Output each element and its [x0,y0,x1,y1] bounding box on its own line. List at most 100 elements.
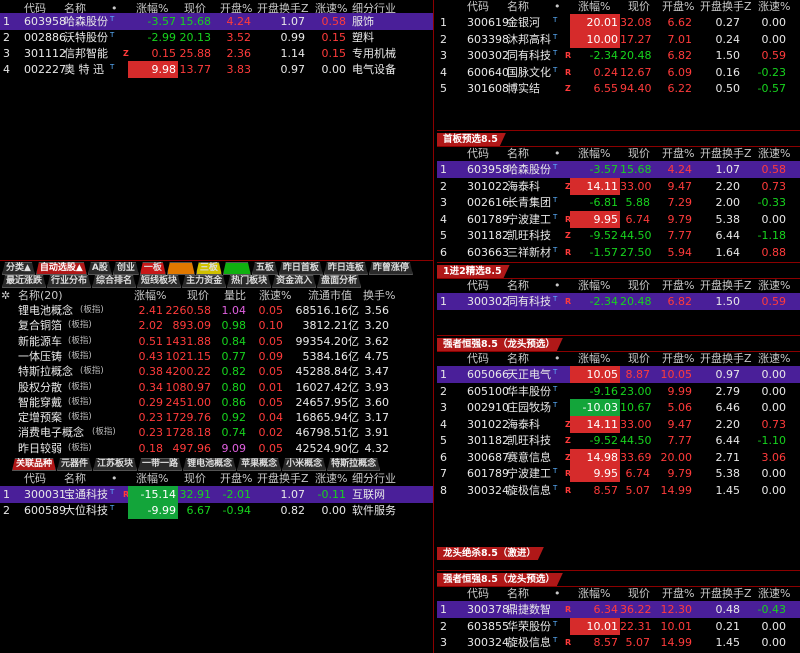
row-index: 4 [3,63,10,76]
stock-row[interactable]: 5 301608 博实结 Z 6.55 94.40 6.22 0.50 -0.57 [437,80,800,97]
stock-row[interactable]: 4 601789 宁波建工 T R 9.95 6.74 9.79 5.38 0.00 [437,210,800,228]
sector-row[interactable]: 股权分散 (板指) 0.34 1080.97 0.80 0.01 16027.42亿 3.93 [0,379,433,394]
screen-panel: 强者恒强8.5（龙头预选） 代码 名称 • 涨幅% 现价 开盘% 开盘换手Z 涨速% 1 60506… [437,338,800,547]
sector-row[interactable]: 锂电池概念 (板指) 2.41 2260.58 1.04 0.05 68516.16亿 3.5… [0,302,433,317]
open-turnover: 1.50 [715,295,741,308]
nav-tab[interactable]: 创业 [113,262,139,275]
stock-row[interactable]: 3 300302 同有科技 T R -2.34 20.48 6.82 1.50 0.59 [437,47,800,64]
open-turnover: 0.97 [280,63,306,76]
stock-row[interactable]: 2 301022 海泰科 Z 14.11 33.00 9.47 2.20 0.73 [437,177,800,195]
stock-row[interactable]: 1 603958 哈森股份 T -3.57 15.68 4.24 1.07 0.58 [437,161,800,178]
stock-row[interactable]: 3 301112 信邦智能 Z 0.15 25.88 2.36 1.14 0.15 专用机械 [0,45,433,62]
sector-row[interactable]: 一体压铸 (板指) 0.43 1021.15 0.77 0.09 5384.16亿 4.75 [0,348,433,363]
stock-row[interactable]: 8 300324 旋极信息 T R 8.57 5.07 14.99 1.45 0.00 [437,482,800,499]
open-turnover: 6.44 [715,434,741,447]
stock-code: 002910 [467,401,509,414]
change-pct: -1.57 [589,245,618,259]
stock-row[interactable]: 6 603663 三祥新材 T R -1.57 27.50 5.94 1.64 0.88 [437,244,800,261]
stock-row[interactable]: 5 301182 凯旺科技 Z -9.52 44.50 7.77 6.44 -1.18 [437,227,800,244]
stock-row[interactable]: 5 301182 凯旺科技 Z -9.52 44.50 7.77 6.44 -1.10 [437,432,800,449]
col-rel-code[interactable]: 代码 [24,470,46,487]
stock-row[interactable]: 4 301022 海泰科 Z 14.11 33.00 9.47 2.20 0.73 [437,415,800,433]
stock-row[interactable]: 1 300619 金银河 T 20.01 32.08 6.62 0.27 0.00 [437,14,800,31]
open-turnover: 1.14 [280,47,306,60]
stock-row[interactable]: 1 300031 宝通科技 T R -15.14 32.91 -2.01 1.07 -0.11 互联… [0,486,433,503]
nav-tab[interactable]: A股 [88,262,112,275]
row-index: 3 [440,49,447,62]
sector-row[interactable]: 新能源车 (板指) 0.51 1431.88 0.84 0.05 99354.20亿 3.62 [0,333,433,348]
col-rel-speed[interactable]: 涨速% [315,470,347,487]
open-turnover: 0.97 [715,368,741,381]
sector-row[interactable]: 消费电子概念 (板指) 0.23 1728.18 0.74 0.02 46798.51亿 3.… [0,424,433,439]
current-price: 27.50 [620,245,652,259]
speed-pct: 0.58 [321,15,347,28]
sector-row[interactable]: 定增预案 (板指) 0.23 1729.76 0.92 0.04 16865.94亿 3.17 [0,409,433,424]
panel-title[interactable]: 龙头绝杀8.5（激进） [437,547,544,560]
current-price: 15.68 [620,163,652,176]
col-rel-open[interactable]: 开盘% [220,470,252,487]
nav-tab-color[interactable] [167,262,195,275]
nav-tab[interactable]: 自动选股▲ [36,262,87,275]
current-price: 13.77 [179,63,212,76]
panel-title[interactable]: 1进2精选8.5 [437,265,510,278]
nav-tab[interactable]: 昨日连板 [324,262,368,275]
stock-row[interactable]: 2 603855 华荣股份 T 10.01 22.31 10.01 0.21 0.00 [437,617,800,635]
stock-row[interactable]: 1 603958 哈森股份 T -3.57 15.68 4.24 1.07 0.58 服饰 [0,13,433,30]
sector-row[interactable]: 特斯拉概念 (板指) 0.38 4200.22 0.82 0.05 45288.84亿 3.4… [0,363,433,378]
stock-code: 300324 [467,636,509,649]
stock-row[interactable]: 3 300324 旋极信息 T R 8.57 5.07 14.99 1.45 0.00 [437,634,800,651]
stock-row[interactable]: 1 300378 鼎捷数智 R 6.34 36.22 12.30 0.48 -0.43 [437,601,800,618]
change-pct: 8.57 [593,636,619,649]
panel-title[interactable]: 强者恒强8.5（龙头预选） [437,338,563,351]
stock-code: 603663 [467,245,509,259]
flag-marker: T [110,15,115,23]
col-rel-name[interactable]: 名称 [64,470,86,487]
sector-row[interactable]: 智能穿戴 (板指) 0.29 2451.00 0.86 0.05 24657.95亿 3.60 [0,394,433,409]
nav-tab[interactable]: 三板 [196,262,222,275]
stock-name: 天正电气 [507,368,551,381]
row-index: 8 [440,483,447,497]
stock-row[interactable]: 1 300302 同有科技 T R -2.34 20.48 6.82 1.50 0.59 [437,293,800,310]
row-index: 3 [440,196,447,209]
col-rel-price[interactable]: 现价 [184,470,206,487]
col-rel-chg[interactable]: 涨幅% [136,470,168,487]
stock-row[interactable]: 2 605100 华丰股份 T -9.16 23.00 9.99 2.79 0.00 [437,383,800,400]
stock-row[interactable]: 2 600589 大位科技 T -9.99 6.67 -0.94 0.82 0.00 软件服务 [0,502,433,519]
stock-row[interactable]: 4 600640 国脉文化 T R 0.24 12.67 6.09 0.16 -0.23 [437,64,800,81]
panel-title[interactable]: 强者恒强8.5（龙头预选） [437,573,563,586]
nav-tab[interactable]: 分类▲ [2,262,35,275]
stock-row[interactable]: 2 002886 沃特股份 T -2.99 20.13 3.52 0.99 0.15 塑料 [0,29,433,46]
nav-tab[interactable]: 昨日首板 [279,262,323,275]
speed-pct: 0.00 [321,63,347,76]
stock-row[interactable]: 6 300687 赛意信息 Z 14.98 33.69 20.00 2.71 3.06 [437,448,800,466]
change-pct: 14.98 [570,448,620,466]
flag-marker: T [553,384,558,393]
stock-row[interactable]: 4 002227 奥 特 迅 T 9.98 13.77 3.83 0.97 0.00 电气设备 [0,61,433,78]
stock-row[interactable]: 3 002910 庄园牧场 T -10.03 10.67 5.06 6.46 0.00 [437,399,800,416]
current-price: 44.50 [620,434,652,447]
row-index: 1 [440,368,447,381]
speed-pct: 0.59 [761,295,787,308]
stock-row[interactable]: 2 603398 沐邦高科 T 10.00 17.27 7.01 0.24 0.00 [437,30,800,48]
row-index: 5 [440,229,447,242]
panel-separator [437,570,800,571]
open-pct: 9.79 [667,212,693,226]
nav-tab-color[interactable] [223,262,251,275]
sector-row[interactable]: 复合铜箔 (板指) 2.02 893.09 0.98 0.10 3812.21亿 3.20 [0,317,433,332]
current-price: 8.87 [625,368,651,381]
nav-tab[interactable]: 昨曾涨停 [369,262,413,275]
right-header: 代码 名称 • 涨幅% 现价 开盘% 开盘换手Z 涨速% [437,587,800,601]
panel-title[interactable]: 首板预选8.5 [437,133,506,146]
stock-row[interactable]: 3 002616 长青集团 T -6.81 5.88 7.29 2.00 -0.33 [437,194,800,211]
stock-row[interactable]: 1 605066 天正电气 T 10.05 8.87 10.05 0.97 0.00 [437,366,800,383]
col-rel-industry[interactable]: 细分行业 [352,470,396,487]
sector-row[interactable]: 昨日较弱 (板指) 0.18 497.96 9.09 0.05 42524.90亿 4.32 [0,440,433,455]
stock-code: 300302 [467,49,509,62]
nav-tab[interactable]: 五板 [252,262,278,275]
col-rel-open-turn[interactable]: 开盘换手Z [257,470,309,487]
speed-pct: -0.33 [757,196,786,209]
current-price: 94.40 [620,82,652,95]
stock-row[interactable]: 7 601789 宁波建工 T R 9.95 6.74 9.79 5.38 0.00 [437,465,800,482]
nav-tab[interactable]: 一板 [140,262,166,275]
speed-pct: -0.11 [317,488,346,501]
